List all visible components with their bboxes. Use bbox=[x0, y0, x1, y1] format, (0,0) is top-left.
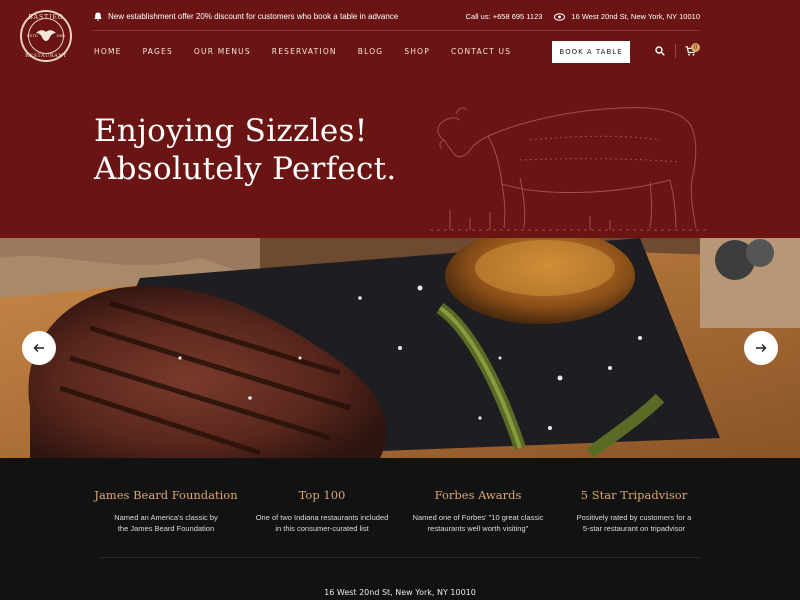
bull-head-icon bbox=[36, 30, 56, 41]
steak-photo bbox=[0, 238, 800, 458]
hero-line-2: Absolutely Perfect. bbox=[94, 151, 397, 187]
award-desc-line-2: the James Beard Foundation bbox=[117, 524, 215, 533]
bell-icon bbox=[94, 12, 102, 21]
nav-item-our-menus[interactable]: OUR MENUS bbox=[194, 47, 251, 56]
slider-prev-button[interactable] bbox=[22, 331, 56, 365]
footer-address: 16 West 20nd St, New York, NY 10010 bbox=[324, 588, 476, 597]
contact-info: Call us: +658 695 1123 16 West 20nd St, … bbox=[466, 12, 700, 21]
phone-number[interactable]: Call us: +658 695 1123 bbox=[466, 12, 543, 21]
award-title: Forbes Awards bbox=[434, 488, 522, 502]
award-title: James Beard Foundation bbox=[94, 488, 238, 502]
award-top-100: Top 100 One of two Indiana restaurants i… bbox=[237, 488, 407, 534]
footer-divider bbox=[100, 557, 700, 558]
award-desc-line-1: Named an America's classic by bbox=[114, 513, 218, 522]
award-desc-line-1: One of two Indiana restaurants included bbox=[255, 513, 389, 522]
announcement-bar: New establishment offer 20% discount for… bbox=[94, 12, 398, 21]
award-desc-line-1: Positively rated by customers for a bbox=[576, 513, 692, 522]
arrow-left-icon bbox=[33, 343, 44, 353]
header-address: 16 West 20nd St, New York, NY 10010 bbox=[571, 12, 700, 21]
award-desc-line-2: in this consumer-curated list bbox=[275, 524, 369, 533]
nav-item-reservation[interactable]: RESERVATION bbox=[272, 47, 337, 56]
hero-heading: Enjoying Sizzles! Absolutely Perfect. bbox=[94, 112, 397, 188]
book-a-table-button[interactable]: BOOK A TABLE bbox=[552, 41, 630, 63]
award-forbes: Forbes Awards Named one of Forbes' "10 g… bbox=[393, 488, 563, 534]
nav-separator bbox=[675, 44, 676, 58]
award-desc-line-2: restaurants well worth visiting" bbox=[427, 524, 529, 533]
award-james-beard: James Beard Foundation Named an America'… bbox=[81, 488, 251, 534]
header-banner: BASTIEO ESTD 1998 RESTAURANT New establi… bbox=[0, 0, 800, 238]
hero-food-image bbox=[0, 238, 800, 458]
nav-item-contact-us[interactable]: CONTACT US bbox=[451, 47, 511, 56]
nav-item-shop[interactable]: SHOP bbox=[404, 47, 430, 56]
cart-count-badge: 0 bbox=[691, 43, 700, 52]
award-tripadvisor: 5 Star Tripadvisor Positively rated by c… bbox=[549, 488, 719, 534]
nav-item-blog[interactable]: BLOG bbox=[358, 47, 384, 56]
restaurant-logo[interactable]: BASTIEO ESTD 1998 RESTAURANT bbox=[20, 10, 72, 62]
awards-section: James Beard Foundation Named an America'… bbox=[0, 458, 800, 600]
search-icon[interactable] bbox=[655, 46, 665, 56]
nav-item-home[interactable]: HOME bbox=[94, 47, 122, 56]
arrow-right-icon bbox=[756, 343, 767, 353]
cow-illustration bbox=[430, 107, 710, 231]
slider-next-button[interactable] bbox=[744, 331, 778, 365]
hero-line-1: Enjoying Sizzles! bbox=[94, 113, 368, 149]
award-desc-line-2: 5-star restaurant on tripadvisor bbox=[582, 524, 686, 533]
location-icon bbox=[554, 12, 566, 21]
award-title: Top 100 bbox=[298, 488, 346, 502]
main-nav: HOME PAGES OUR MENUS RESERVATION BLOG SH… bbox=[94, 47, 532, 56]
award-desc-line-1: Named one of Forbes' "10 great classic bbox=[412, 513, 544, 522]
logo-name-bottom: RESTAURANT bbox=[25, 53, 67, 59]
award-title: 5 Star Tripadvisor bbox=[580, 488, 688, 502]
announcement-text: New establishment offer 20% discount for… bbox=[108, 12, 399, 21]
nav-item-pages[interactable]: PAGES bbox=[143, 47, 173, 56]
header-divider bbox=[92, 30, 700, 31]
